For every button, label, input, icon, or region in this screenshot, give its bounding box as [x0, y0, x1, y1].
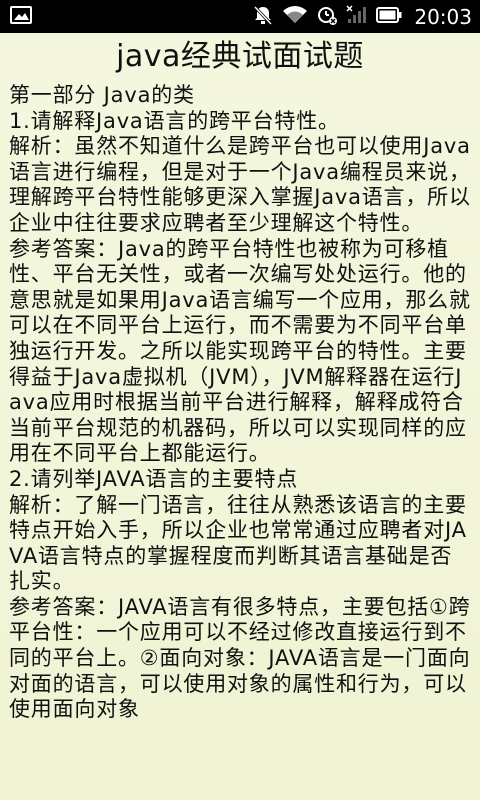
article-body: 第一部分 Java的类 1.请解释Java语言的跨平台特性。 解析：虽然不知道什…	[9, 83, 471, 723]
status-icons: 20:03	[252, 0, 472, 33]
article-view[interactable]: java经典试面试题 第一部分 Java的类 1.请解释Java语言的跨平台特性…	[0, 33, 480, 800]
status-bar: 20:03	[0, 0, 480, 33]
article-paragraph: 2.请列举JAVA语言的主要特点	[9, 466, 299, 491]
article-paragraph: 参考答案：JAVA语言有很多特点，主要包括①跨平台性：一个应用可以不经过修改直接…	[9, 594, 471, 722]
alarm-icon	[316, 4, 338, 30]
article-paragraph: 1.请解释Java语言的跨平台特性。	[9, 108, 340, 133]
article-paragraph: 解析：虽然不知道什么是跨平台也可以使用Java语言进行编程，但是对于一个Java…	[9, 134, 471, 235]
article-paragraph: 参考答案：Java的跨平台特性也被称为可移植性、平台无关性，或者一次编写处处运行…	[9, 236, 471, 466]
status-time: 20:03	[414, 4, 472, 29]
article-paragraph: 解析：了解一门语言，往往从熟悉该语言的主要特点开始入手，所以企业也常常通过应聘者…	[9, 492, 467, 594]
page-title: java经典试面试题	[116, 39, 364, 74]
battery-icon	[376, 6, 402, 27]
wifi-icon	[282, 5, 308, 29]
mute-icon	[252, 4, 274, 30]
article-paragraph: 第一部分 Java的类	[9, 83, 195, 107]
image-icon	[10, 6, 32, 24]
signal-icon	[346, 4, 368, 29]
